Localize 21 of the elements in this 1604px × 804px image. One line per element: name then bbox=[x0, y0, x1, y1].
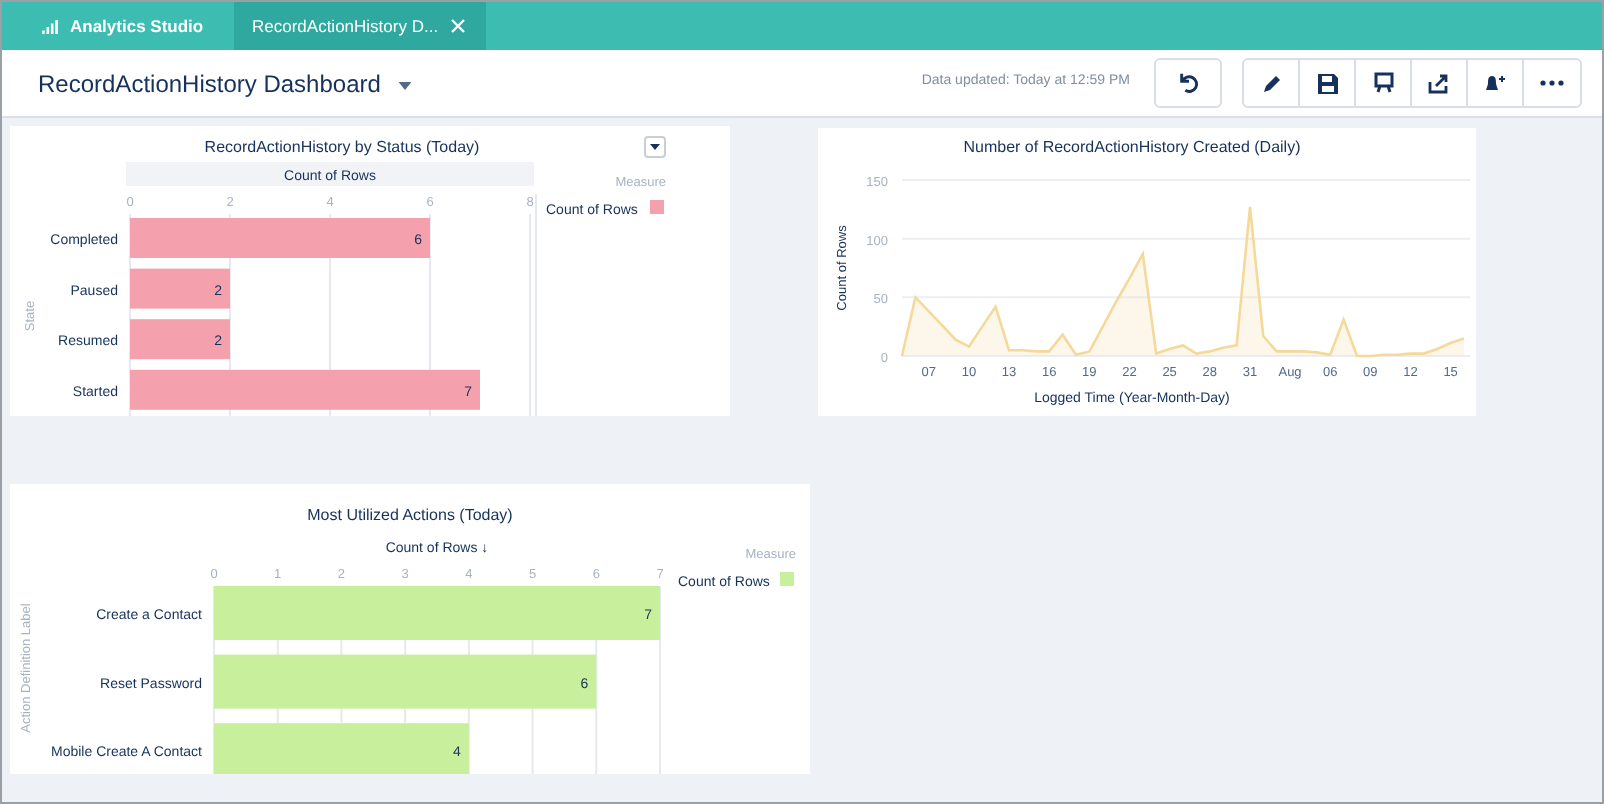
undo-button[interactable] bbox=[1154, 58, 1222, 108]
pencil-icon bbox=[1261, 73, 1281, 93]
chart-title: Number of RecordActionHistory Created (Daily) bbox=[963, 138, 1301, 156]
chart-title: RecordActionHistory by Status (Today) bbox=[204, 138, 480, 156]
app-tab[interactable]: RecordActionHistory D... bbox=[234, 2, 486, 50]
caret-icon bbox=[650, 144, 660, 150]
dashboard-title: RecordActionHistory Dashboard bbox=[38, 67, 381, 101]
close-icon[interactable] bbox=[450, 18, 467, 34]
more-icon bbox=[1540, 80, 1564, 86]
bar[interactable] bbox=[130, 319, 230, 360]
bell-plus-icon bbox=[1484, 73, 1506, 93]
undo-icon bbox=[1177, 72, 1199, 94]
app-tab[interactable]: Analytics Studio bbox=[26, 2, 234, 50]
share-icon bbox=[1428, 73, 1450, 93]
easel-icon bbox=[1373, 72, 1393, 94]
bar-chart-icon bbox=[42, 19, 58, 33]
save-icon bbox=[1317, 73, 1337, 93]
bar[interactable] bbox=[130, 369, 480, 410]
caret-icon[interactable] bbox=[398, 81, 413, 89]
chart-title: Most Utilized Actions (Today) bbox=[307, 506, 513, 524]
menu-dropdown-button[interactable] bbox=[644, 136, 666, 158]
